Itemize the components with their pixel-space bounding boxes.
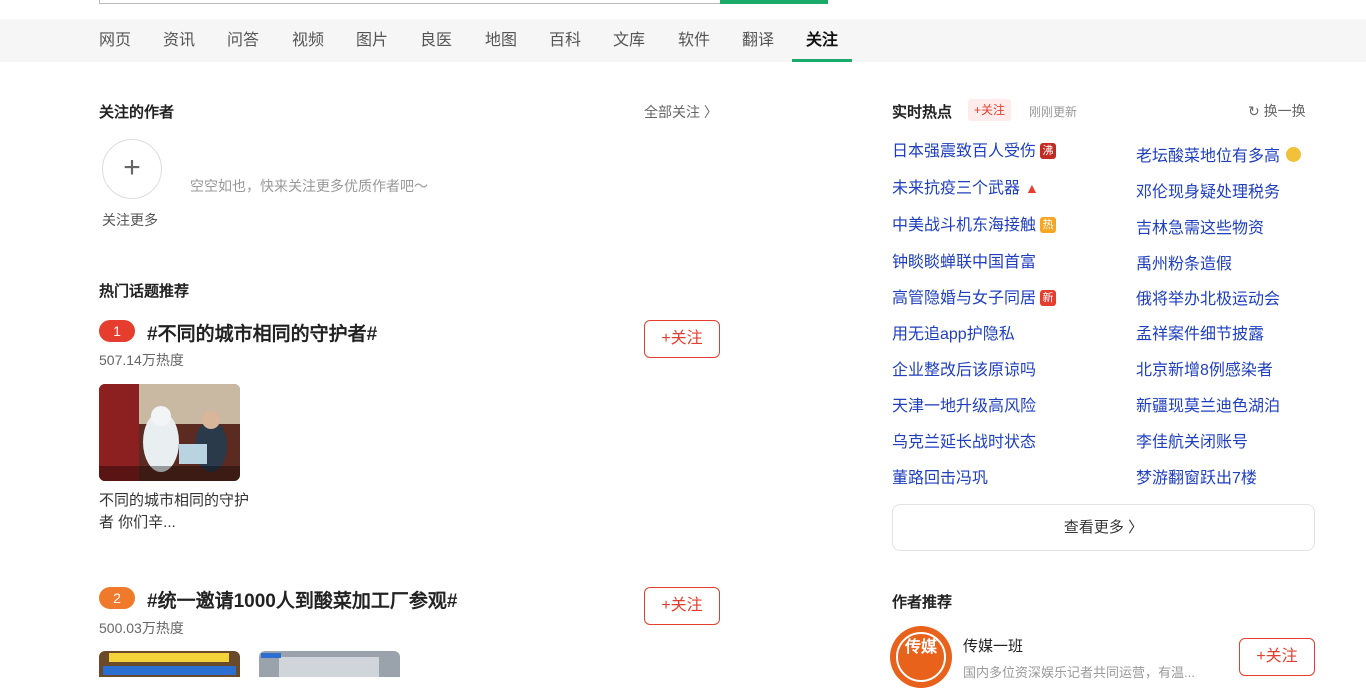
tab-doctor[interactable]: 良医	[420, 19, 452, 62]
topic-follow-button[interactable]: +关注	[644, 587, 720, 625]
hot-item[interactable]: 禹州粉条造假	[1136, 250, 1232, 274]
hot-badge: 热	[1040, 217, 1057, 233]
hot-item-text: 日本强震致百人受伤	[892, 143, 1037, 160]
topic-heat: 500.03万热度	[99, 620, 184, 636]
tab-follow[interactable]: 关注	[792, 19, 853, 62]
hot-item-text: 老坛酸菜地位有多高	[1136, 148, 1281, 165]
author-follow-button[interactable]: +关注	[1239, 638, 1315, 676]
realtime-updated: 刚刚更新	[1029, 105, 1078, 119]
topic-heat: 507.14万热度	[99, 352, 184, 368]
refresh-label: 换一换	[1263, 103, 1306, 119]
hot-item[interactable]: 董路回击冯巩	[892, 464, 988, 488]
refresh-icon: ↻	[1248, 103, 1260, 119]
topic-title[interactable]: #统一邀请1000人到酸菜加工厂参观#	[147, 586, 457, 613]
realtime-follow-button[interactable]: +关注	[968, 99, 1012, 121]
hot-item[interactable]: 用无追app护隐私	[892, 320, 1015, 344]
topic-thumbnail[interactable]	[99, 651, 240, 677]
tab-news[interactable]: 资讯	[163, 19, 195, 62]
hot-item[interactable]: 未来抗疫三个武器 ▲	[892, 174, 1039, 198]
topic-follow-button[interactable]: +关注	[644, 320, 720, 358]
all-follows-link[interactable]: 全部关注 〉	[644, 102, 718, 122]
hot-item-text: 高管隐婚与女子同居	[892, 290, 1037, 307]
tab-wenku[interactable]: 文库	[613, 19, 645, 62]
topic-thumbnail[interactable]	[259, 651, 400, 677]
hot-item[interactable]: 乌克兰延长战时状态	[892, 428, 1036, 452]
hot-item[interactable]: 日本强震致百人受伤沸	[892, 137, 1057, 161]
hot-item[interactable]: 高管隐婚与女子同居新	[892, 284, 1057, 308]
topic-caption[interactable]: 不同的城市相同的守护者 你们辛...	[99, 490, 249, 534]
topic-rank: 1	[99, 320, 135, 342]
hot-item[interactable]: 俄将举办北极运动会	[1136, 285, 1280, 309]
hot-item-text: 未来抗疫三个武器	[892, 180, 1021, 197]
hot-item[interactable]: 中美战斗机东海接触热	[892, 211, 1057, 235]
refresh-button[interactable]: ↻ 换一换	[1248, 101, 1306, 121]
hot-item[interactable]: 梦游翻窗跃出7楼	[1136, 464, 1257, 488]
trend-up-icon: ▲	[1025, 180, 1039, 196]
avatar[interactable]: 传媒	[890, 626, 952, 688]
tab-video[interactable]: 视频	[292, 19, 324, 62]
hot-topics-title: 热门话题推荐	[99, 283, 190, 300]
hot-item[interactable]: 孟祥案件细节披露	[1136, 320, 1264, 344]
search-box-bottom[interactable]	[99, 0, 828, 4]
see-more-button[interactable]: 查看更多 〉	[892, 504, 1315, 551]
tab-web[interactable]: 网页	[99, 19, 131, 62]
nav-bar: 网页 资讯 问答 视频 图片 良医 地图 百科 文库 软件 翻译 关注	[0, 19, 1366, 62]
realtime-title: 实时热点	[892, 104, 953, 121]
tab-baike[interactable]: 百科	[549, 19, 581, 62]
hot-item[interactable]: 老坛酸菜地位有多高	[1136, 142, 1302, 166]
hot-item[interactable]: 钟睒睒蝉联中国首富	[892, 248, 1036, 272]
topic-thumbnail-image	[99, 384, 240, 481]
hot-item[interactable]: 新疆现莫兰迪色湖泊	[1136, 392, 1280, 416]
author-rec-title: 作者推荐	[892, 594, 953, 611]
hot-item[interactable]: 企业整改后该原谅吗	[892, 356, 1036, 380]
topic-title[interactable]: #不同的城市相同的守护者#	[147, 319, 377, 346]
hot-item-text: 中美战斗机东海接触	[892, 217, 1037, 234]
tab-translate[interactable]: 翻译	[742, 19, 774, 62]
emoji-icon	[1286, 147, 1302, 162]
author-name[interactable]: 传媒一班	[963, 635, 1023, 656]
empty-follow-text: 空空如也，快来关注更多优质作者吧～	[190, 178, 428, 194]
followed-authors-title: 关注的作者	[99, 104, 175, 121]
topic-thumbnail[interactable]	[99, 384, 240, 481]
topic-rank: 2	[99, 587, 135, 609]
hot-badge: 新	[1040, 290, 1057, 306]
add-follow-icon[interactable]: +	[102, 139, 162, 199]
tab-map[interactable]: 地图	[485, 19, 517, 62]
topic-thumbnail-image	[259, 651, 400, 677]
tab-software[interactable]: 软件	[678, 19, 710, 62]
avatar-text: 传媒	[896, 632, 946, 682]
hot-item[interactable]: 李佳航关闭账号	[1136, 428, 1248, 452]
topic-thumbnail-image	[99, 651, 240, 677]
hot-item[interactable]: 吉林急需这些物资	[1136, 214, 1264, 238]
tab-qa[interactable]: 问答	[227, 19, 259, 62]
hot-badge: 沸	[1040, 143, 1057, 159]
hot-item[interactable]: 邓伦现身疑处理税务	[1136, 178, 1280, 202]
hot-item[interactable]: 北京新增8例感染者	[1136, 356, 1273, 380]
follow-more-link[interactable]: 关注更多	[102, 210, 158, 230]
search-button[interactable]	[720, 0, 828, 4]
hot-item[interactable]: 天津一地升级高风险	[892, 392, 1036, 416]
author-desc: 国内多位资深娱乐记者共同运营，有温...	[963, 665, 1195, 680]
tab-images[interactable]: 图片	[356, 19, 388, 62]
